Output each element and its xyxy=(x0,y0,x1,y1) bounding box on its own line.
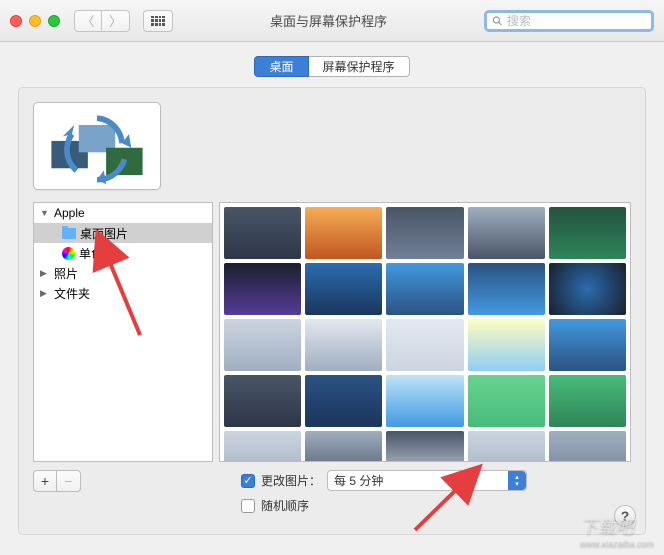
search-icon xyxy=(492,15,503,27)
wallpaper-thumb[interactable] xyxy=(468,207,545,259)
sidebar-item-desktop-pictures[interactable]: 桌面图片 xyxy=(34,223,212,243)
tab-screensaver[interactable]: 屏幕保护程序 xyxy=(309,56,410,77)
wallpaper-thumb[interactable] xyxy=(224,319,301,371)
wallpaper-thumb[interactable] xyxy=(386,207,463,259)
nav-buttons: 〈 〉 xyxy=(74,10,130,32)
wallpaper-thumb[interactable] xyxy=(224,263,301,315)
wallpaper-thumb[interactable] xyxy=(305,319,382,371)
wallpaper-thumb[interactable] xyxy=(386,431,463,462)
wallpaper-thumb[interactable] xyxy=(468,431,545,462)
main-panel: ▼ Apple 桌面图片 单色 ▶ 照片 ▶ 文件夹 xyxy=(18,87,646,535)
tab-desktop[interactable]: 桌面 xyxy=(254,56,308,77)
wallpaper-thumb[interactable] xyxy=(305,375,382,427)
tab-bar: 桌面 屏幕保护程序 xyxy=(18,56,646,77)
source-sidebar: ▼ Apple 桌面图片 单色 ▶ 照片 ▶ 文件夹 xyxy=(33,202,213,462)
wallpaper-preview xyxy=(33,102,161,190)
interval-value: 每 5 分钟 xyxy=(334,472,383,489)
chevron-left-icon: 〈 xyxy=(81,11,94,30)
watermark: 下载吧 www.xiazaiba.com xyxy=(580,513,654,549)
sidebar-item-folders[interactable]: ▶ 文件夹 xyxy=(34,283,212,303)
search-input[interactable] xyxy=(507,14,646,28)
wallpaper-thumb[interactable] xyxy=(468,375,545,427)
folder-icon xyxy=(62,228,76,239)
sidebar-item-label: Apple xyxy=(54,206,85,220)
sidebar-item-apple[interactable]: ▼ Apple xyxy=(34,203,212,223)
add-button[interactable]: + xyxy=(33,470,57,492)
disclosure-right-icon: ▶ xyxy=(40,288,50,299)
wallpaper-thumb[interactable] xyxy=(549,319,626,371)
wallpaper-thumb[interactable] xyxy=(549,375,626,427)
wallpaper-thumb[interactable] xyxy=(305,207,382,259)
change-options: 更改图片： 每 5 分钟 随机顺序 xyxy=(241,470,527,520)
sidebar-item-solid-colors[interactable]: 单色 xyxy=(34,243,212,263)
wallpaper-thumb[interactable] xyxy=(386,319,463,371)
wallpaper-thumb[interactable] xyxy=(224,375,301,427)
wallpaper-browser: ▼ Apple 桌面图片 单色 ▶ 照片 ▶ 文件夹 xyxy=(33,202,631,462)
window-titlebar: 〈 〉 桌面与屏幕保护程序 xyxy=(0,0,664,42)
minimize-icon[interactable] xyxy=(29,15,41,27)
search-field[interactable] xyxy=(484,10,654,32)
content-area: 桌面 屏幕保护程序 ▼ xyxy=(0,42,664,555)
traffic-lights xyxy=(10,15,60,27)
wallpaper-thumb[interactable] xyxy=(468,319,545,371)
wallpaper-thumb[interactable] xyxy=(305,431,382,462)
random-order-label: 随机顺序 xyxy=(261,497,309,514)
forward-button[interactable]: 〉 xyxy=(102,10,130,32)
wallpaper-thumb[interactable] xyxy=(468,263,545,315)
remove-button: − xyxy=(57,470,81,492)
close-icon[interactable] xyxy=(10,15,22,27)
wallpaper-thumb[interactable] xyxy=(305,263,382,315)
zoom-icon[interactable] xyxy=(48,15,60,27)
cycle-icon xyxy=(40,109,154,189)
sidebar-item-label: 照片 xyxy=(54,265,78,282)
chevron-right-icon: 〉 xyxy=(109,11,122,30)
grid-icon xyxy=(151,16,165,26)
back-button[interactable]: 〈 xyxy=(74,10,102,32)
wallpaper-grid[interactable] xyxy=(219,202,631,462)
random-order-checkbox[interactable] xyxy=(241,499,255,513)
wallpaper-thumb[interactable] xyxy=(386,263,463,315)
color-wheel-icon xyxy=(62,247,75,260)
wallpaper-thumb[interactable] xyxy=(549,263,626,315)
sidebar-item-label: 单色 xyxy=(79,245,103,262)
wallpaper-thumb[interactable] xyxy=(386,375,463,427)
wallpaper-thumb[interactable] xyxy=(549,431,626,462)
sidebar-item-label: 文件夹 xyxy=(54,285,90,302)
wallpaper-thumb[interactable] xyxy=(224,207,301,259)
wallpaper-thumb[interactable] xyxy=(549,207,626,259)
change-picture-label: 更改图片： xyxy=(261,472,321,489)
window-title: 桌面与屏幕保护程序 xyxy=(181,11,476,30)
sidebar-item-label: 桌面图片 xyxy=(80,225,128,242)
interval-select[interactable]: 每 5 分钟 xyxy=(327,470,527,491)
sidebar-item-photos[interactable]: ▶ 照片 xyxy=(34,263,212,283)
add-remove-group: + − xyxy=(33,470,81,492)
show-all-button[interactable] xyxy=(143,10,173,32)
disclosure-right-icon: ▶ xyxy=(40,268,50,279)
wallpaper-thumb[interactable] xyxy=(224,431,301,462)
disclosure-down-icon: ▼ xyxy=(40,208,50,218)
change-picture-checkbox[interactable] xyxy=(241,474,255,488)
bottom-controls: + − 更改图片： 每 5 分钟 随机顺序 xyxy=(33,470,631,520)
select-stepper-icon xyxy=(508,471,526,490)
